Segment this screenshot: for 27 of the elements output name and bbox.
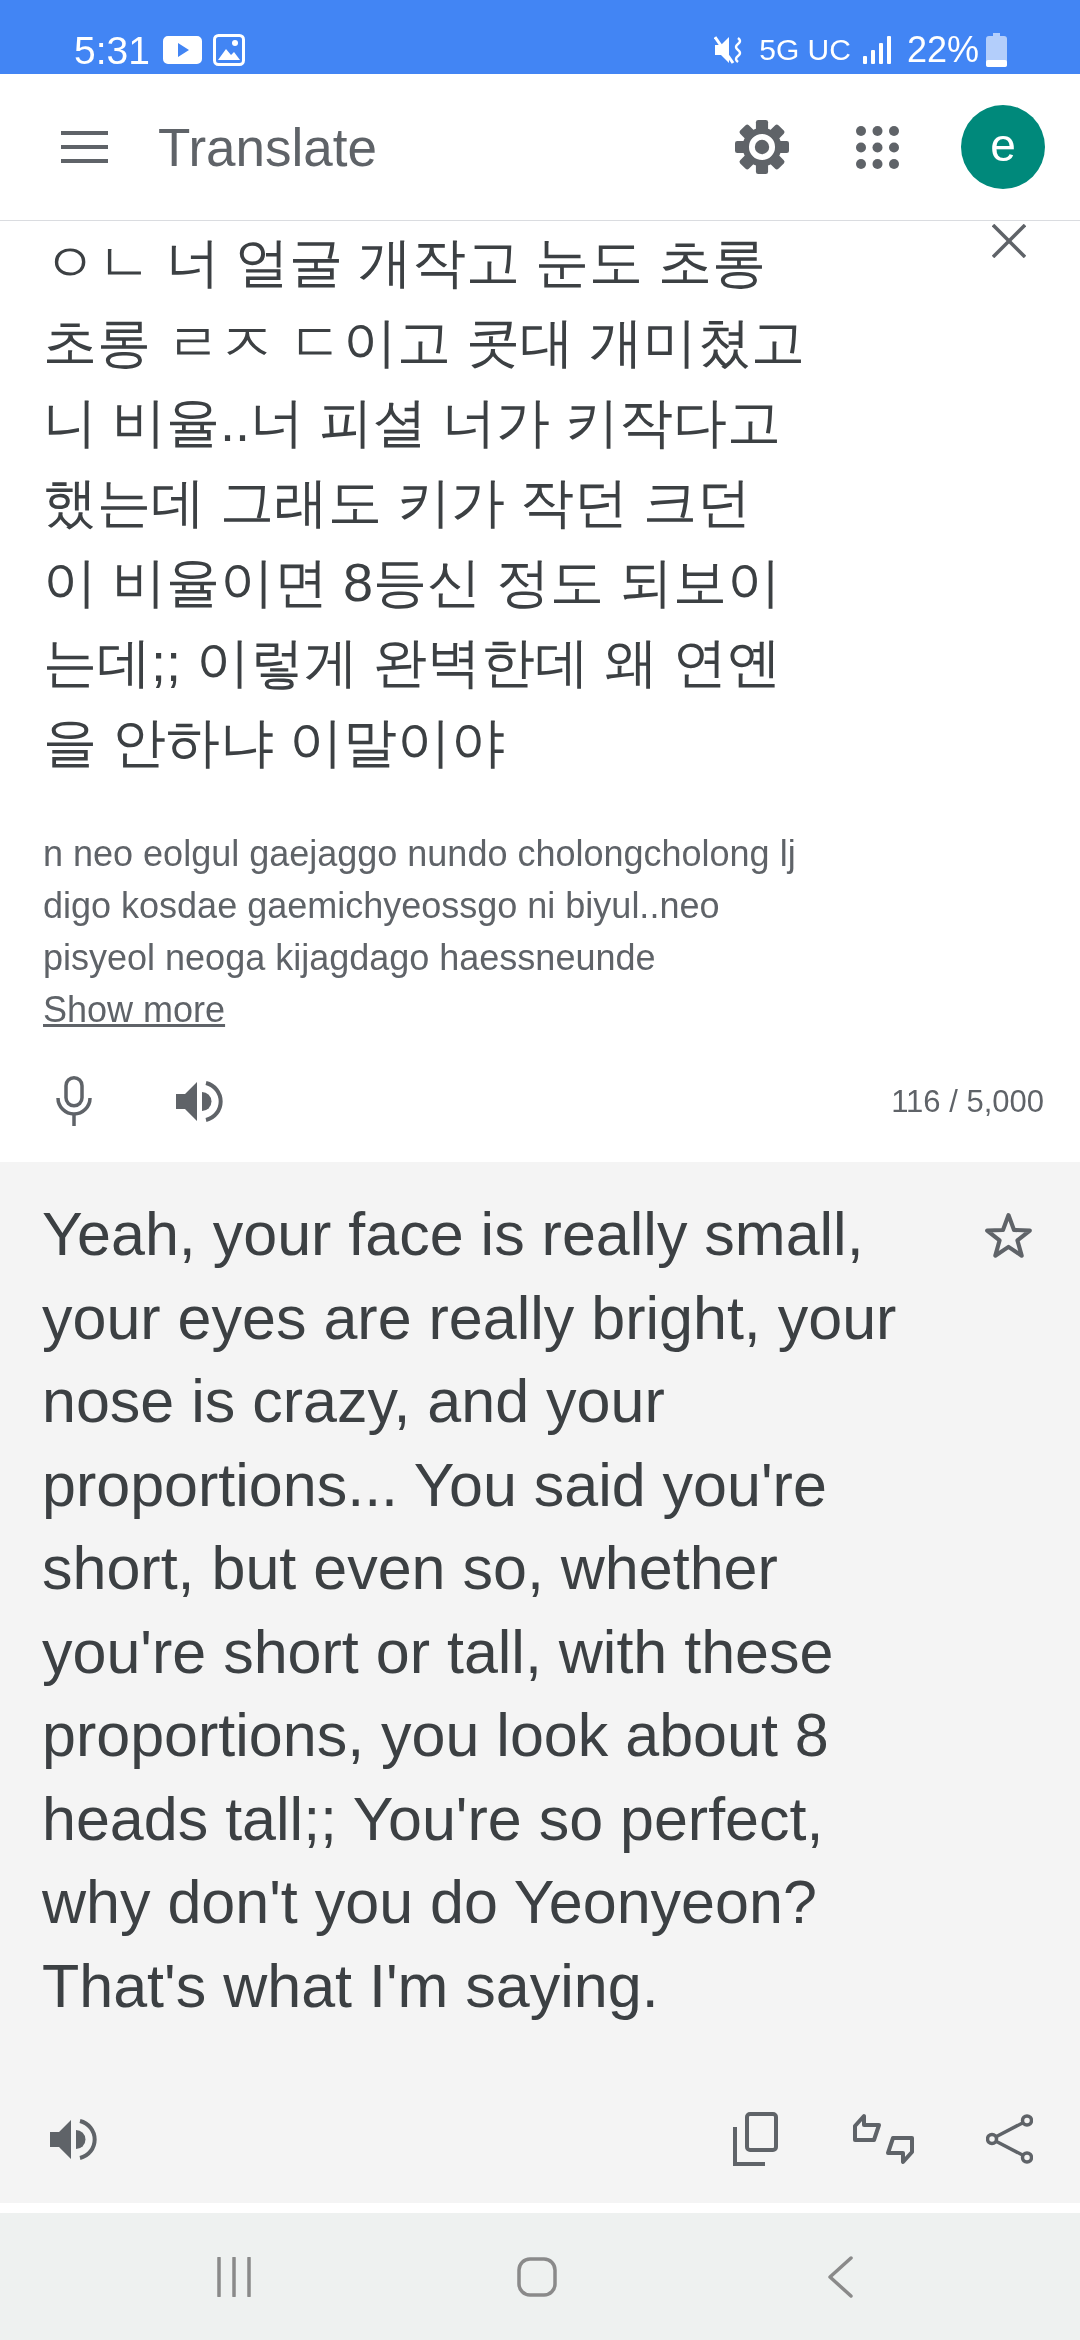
show-more-link[interactable]: Show more: [43, 984, 226, 1036]
close-icon[interactable]: [992, 224, 1026, 258]
video-app-icon: [162, 36, 202, 64]
battery-percent: 22%: [906, 32, 979, 68]
home-icon[interactable]: [517, 2256, 557, 2297]
speaker-icon[interactable]: [176, 1078, 224, 1124]
microphone-icon[interactable]: [55, 1076, 93, 1126]
copy-icon[interactable]: [733, 2112, 778, 2166]
back-icon[interactable]: [827, 2255, 853, 2298]
status-time: 5:31: [74, 30, 150, 70]
romanization-text: n neo eolgul gaejaggo nundo cholongcholong lj digo kosdae gaemichyeossgo ni biyul..neo pisyeol neoga kijagdago haessneunde: [43, 832, 797, 980]
network-type: 5G UC: [759, 35, 851, 65]
account-avatar[interactable]: e: [961, 105, 1045, 189]
recent-apps-icon[interactable]: [216, 2256, 252, 2297]
translation-text: Yeah, your face is really small, your eyes are really bright, your nose is crazy, and your proportions... You said you're short, but even so, whether you're short or tall, with these proportions, you look about 8 heads tall;; You're so perfect, why don't you do Yeonyeon? That's what I'm saying.: [42, 1199, 898, 2022]
source-text-field[interactable]: ㅇㄴ 너 얼굴 개작고 눈도 초롱초롱 ㄹㅈ ㄷ이고 콧대 개미쳤고 니 비율..너 피셜 너가 키작다고 했는데 그래도 키가 작던 크던 이 비율이면 8등신 정도 되보이는데;; 이렇게 완벽한데 왜 연옌을 안하냐 이말이야: [43, 222, 811, 782]
star-icon[interactable]: [983, 1212, 1034, 1261]
character-count: 116 / 5,000: [891, 1085, 1044, 1117]
speaker-icon[interactable]: [50, 2116, 98, 2162]
settings-icon[interactable]: [735, 120, 789, 174]
signal-icon: [862, 36, 893, 64]
share-icon[interactable]: [986, 2114, 1033, 2164]
image-icon: [212, 34, 245, 66]
apps-grid-icon[interactable]: [856, 125, 899, 169]
battery-icon: [986, 33, 1007, 67]
app-title: Translate: [158, 120, 377, 174]
menu-icon[interactable]: [61, 131, 108, 163]
